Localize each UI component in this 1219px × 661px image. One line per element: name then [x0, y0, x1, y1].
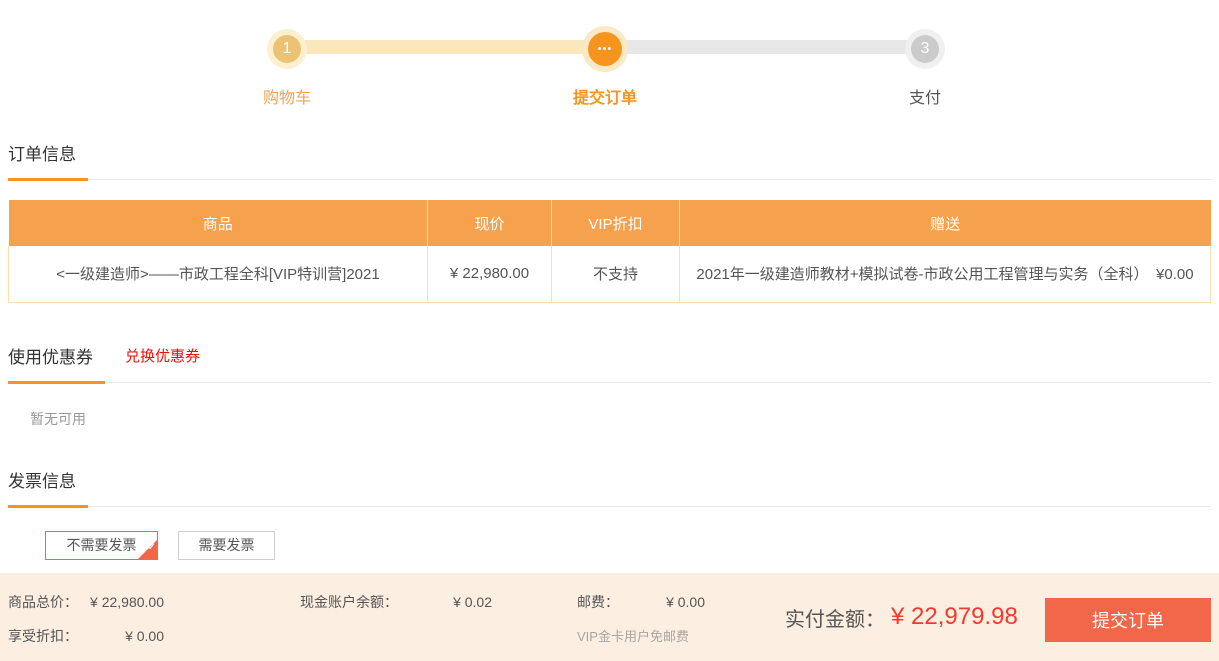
- invoice-section: 发票信息 不需要发票 ✓ 需要发票: [8, 471, 1211, 560]
- step-submit-circle: •••: [582, 26, 628, 72]
- checkout-page: 1 ••• 3 购物车 提交订单 支付 订单信息 商品 现价 VIP折扣 赠送: [0, 0, 1219, 661]
- order-info-header: 订单信息: [8, 144, 1211, 180]
- payable-label: 实付金额：: [785, 603, 885, 632]
- checkout-stepper: 1 ••• 3 购物车 提交订单 支付: [0, 0, 1219, 112]
- postage-note: VIP金卡用户免邮费: [577, 629, 689, 644]
- step-cart-label: 购物车: [263, 84, 311, 108]
- postage-label: 邮费：: [577, 595, 625, 610]
- invoice-title: 发票信息: [8, 471, 76, 493]
- total-price-label: 商品总价：: [8, 595, 86, 610]
- no-invoice-button[interactable]: 不需要发票 ✓: [45, 531, 158, 560]
- title-underline: [8, 505, 88, 508]
- discount-value: ¥ 0.00: [86, 629, 164, 644]
- divider: [8, 179, 1211, 180]
- cell-gift: 2021年一级建造师教材+模拟试卷-市政公用工程管理与实务（全科） ¥0.00: [680, 246, 1211, 302]
- ellipsis-icon: •••: [588, 32, 622, 66]
- postage-value: ¥ 0.00: [625, 595, 705, 610]
- step-pay-circle: 3: [905, 29, 945, 69]
- step-pay-number: 3: [911, 35, 939, 63]
- total-price-group: 商品总价： ¥ 22,980.00 享受折扣： ¥ 0.00: [8, 595, 164, 661]
- need-invoice-label: 需要发票: [199, 537, 255, 553]
- divider: [8, 382, 1211, 383]
- title-underline: [8, 381, 105, 384]
- redeem-coupon-link[interactable]: 兑换优惠券: [125, 348, 200, 365]
- coupon-section: 使用优惠券 兑换优惠券 暂无可用: [8, 345, 1211, 429]
- cell-vip-discount: 不支持: [552, 246, 680, 302]
- step-submit-label: 提交订单: [573, 84, 637, 108]
- step-pay-label: 支付: [909, 84, 941, 108]
- order-info-title: 订单信息: [8, 144, 76, 166]
- title-underline: [8, 178, 88, 181]
- col-header-price: 现价: [428, 200, 552, 246]
- stepper-segment-done: [287, 40, 605, 54]
- payable-amount-group: 实付金额： ¥ 22,979.98: [785, 573, 1018, 661]
- discount-label: 享受折扣：: [8, 629, 86, 644]
- cell-price: ¥ 22,980.00: [428, 246, 552, 302]
- postage-group: 邮费： ¥ 0.00 VIP金卡用户免邮费: [577, 595, 705, 661]
- no-invoice-label: 不需要发票: [67, 537, 137, 553]
- col-header-vip-discount: VIP折扣: [552, 200, 680, 246]
- invoice-header: 发票信息: [8, 471, 1211, 507]
- divider: [8, 506, 1211, 507]
- stepper-segment-todo: [605, 40, 925, 54]
- coupon-header: 使用优惠券 兑换优惠券: [8, 345, 1211, 383]
- order-table: 商品 现价 VIP折扣 赠送 <一级建造师>——市政工程全科[VIP特训营]20…: [8, 200, 1211, 303]
- col-header-gift: 赠送: [680, 200, 1211, 246]
- total-price-value: ¥ 22,980.00: [86, 595, 164, 610]
- cash-balance-label: 现金账户余额：: [300, 595, 412, 610]
- payable-value: ¥ 22,979.98: [891, 603, 1018, 631]
- step-cart-circle: 1: [267, 29, 307, 69]
- order-info-section: 订单信息 商品 现价 VIP折扣 赠送 <一级建造师>——市政工程全科[VIP特…: [8, 144, 1211, 303]
- need-invoice-button[interactable]: 需要发票: [178, 531, 275, 560]
- submit-order-button[interactable]: 提交订单: [1045, 598, 1211, 642]
- cash-balance-value: ¥ 0.02: [412, 595, 492, 610]
- cash-balance-group: 现金账户余额： ¥ 0.02: [300, 595, 492, 629]
- coupon-empty-text: 暂无可用: [8, 383, 1211, 429]
- cell-product-name: <一级建造师>——市政工程全科[VIP特训营]2021: [9, 246, 428, 302]
- invoice-options: 不需要发票 ✓ 需要发票: [8, 531, 1211, 560]
- order-table-row: <一级建造师>——市政工程全科[VIP特训营]2021 ¥ 22,980.00 …: [9, 246, 1211, 302]
- coupon-title: 使用优惠券: [8, 347, 93, 369]
- check-icon: ✓: [148, 534, 156, 561]
- order-table-header-row: 商品 现价 VIP折扣 赠送: [9, 200, 1211, 246]
- order-summary-bar: 商品总价： ¥ 22,980.00 享受折扣： ¥ 0.00 现金账户余额： ¥…: [0, 573, 1219, 661]
- step-cart-number: 1: [273, 35, 301, 63]
- col-header-product: 商品: [9, 200, 428, 246]
